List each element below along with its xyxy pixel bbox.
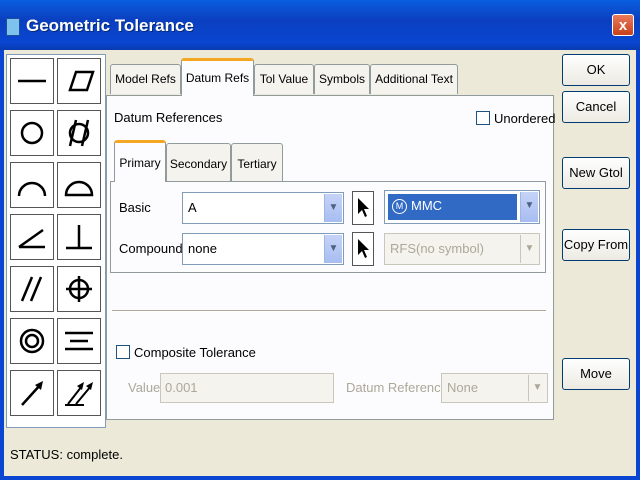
ok-button[interactable]: OK xyxy=(562,54,630,86)
copy-from-button[interactable]: Copy From xyxy=(562,229,630,261)
unordered-checkbox[interactable] xyxy=(476,111,490,125)
symmetry-icon[interactable] xyxy=(57,318,101,364)
composite-tolerance-label: Composite Tolerance xyxy=(134,345,256,360)
flatness-icon[interactable] xyxy=(57,58,101,104)
arrow-cursor-icon xyxy=(358,198,369,217)
chevron-down-icon: ▼ xyxy=(520,235,538,263)
chevron-down-icon: ▼ xyxy=(324,235,342,263)
tab-tertiary[interactable]: Tertiary xyxy=(231,143,283,181)
basic-datum-value: A xyxy=(188,200,197,215)
tab-model-refs[interactable]: Model Refs xyxy=(110,64,181,94)
unordered-label: Unordered xyxy=(494,111,556,126)
basic-datum-select[interactable]: A ▼ xyxy=(182,192,344,224)
datum-reference-label: Datum Reference xyxy=(346,380,448,395)
divider xyxy=(112,310,546,312)
tab-symbols[interactable]: Symbols xyxy=(314,64,370,94)
compound-label: Compound xyxy=(119,241,183,256)
move-button[interactable]: Move xyxy=(562,358,630,390)
datum-references-label: Datum References xyxy=(114,110,223,125)
new-gtol-button[interactable]: New Gtol xyxy=(562,157,630,189)
perpendicularity-icon[interactable] xyxy=(57,214,101,260)
material-condition-value: M MMC xyxy=(388,194,517,220)
tab-tol-value[interactable]: Tol Value xyxy=(254,64,314,94)
chevron-down-icon: ▼ xyxy=(528,375,546,401)
datum-pick-button[interactable] xyxy=(352,191,374,225)
arrow-cursor-icon xyxy=(358,239,369,258)
value-label: Value xyxy=(128,380,161,395)
window-title: Geometric Tolerance xyxy=(26,16,194,35)
tab-additional-text[interactable]: Additional Text xyxy=(370,64,458,94)
tab-primary[interactable]: Primary xyxy=(114,140,166,182)
chevron-down-icon: ▼ xyxy=(520,192,538,222)
cylindricity-icon[interactable] xyxy=(57,110,101,156)
straightness-icon[interactable] xyxy=(10,58,54,104)
status-text: STATUS: complete. xyxy=(10,447,123,462)
composite-value-input: 0.001 xyxy=(160,373,334,403)
cancel-button[interactable]: Cancel xyxy=(562,91,630,123)
circularity-icon[interactable] xyxy=(10,110,54,156)
angularity-icon[interactable] xyxy=(10,214,54,260)
concentricity-icon[interactable] xyxy=(10,318,54,364)
close-icon: x xyxy=(618,17,628,34)
mmc-symbol-icon: M xyxy=(392,199,407,215)
compound-material-value: RFS(no symbol) xyxy=(390,241,484,256)
app-icon xyxy=(6,18,20,36)
compound-material-select: RFS(no symbol) ▼ xyxy=(384,233,540,265)
compound-datum-select[interactable]: none ▼ xyxy=(182,233,344,265)
tab-secondary[interactable]: Secondary xyxy=(166,143,231,181)
profile-surface-icon[interactable] xyxy=(57,162,101,208)
composite-datum-reference-select: None ▼ xyxy=(441,373,548,403)
title-bar: Geometric Tolerance x xyxy=(0,0,640,50)
parallelism-icon[interactable] xyxy=(10,266,54,312)
compound-datum-value: none xyxy=(188,241,217,256)
composite-tolerance-checkbox[interactable] xyxy=(116,345,130,359)
basic-label: Basic xyxy=(119,200,151,215)
material-condition-select[interactable]: M MMC ▼ xyxy=(384,190,540,224)
total-runout-icon[interactable] xyxy=(57,370,101,416)
composite-datum-reference-value: None xyxy=(447,380,479,395)
position-icon[interactable] xyxy=(57,266,101,312)
circular-runout-icon[interactable] xyxy=(10,370,54,416)
profile-line-icon[interactable] xyxy=(10,162,54,208)
chevron-down-icon: ▼ xyxy=(324,194,342,222)
compound-pick-button[interactable] xyxy=(352,232,374,266)
close-button[interactable]: x xyxy=(612,14,634,36)
tab-datum-refs[interactable]: Datum Refs xyxy=(181,58,254,96)
